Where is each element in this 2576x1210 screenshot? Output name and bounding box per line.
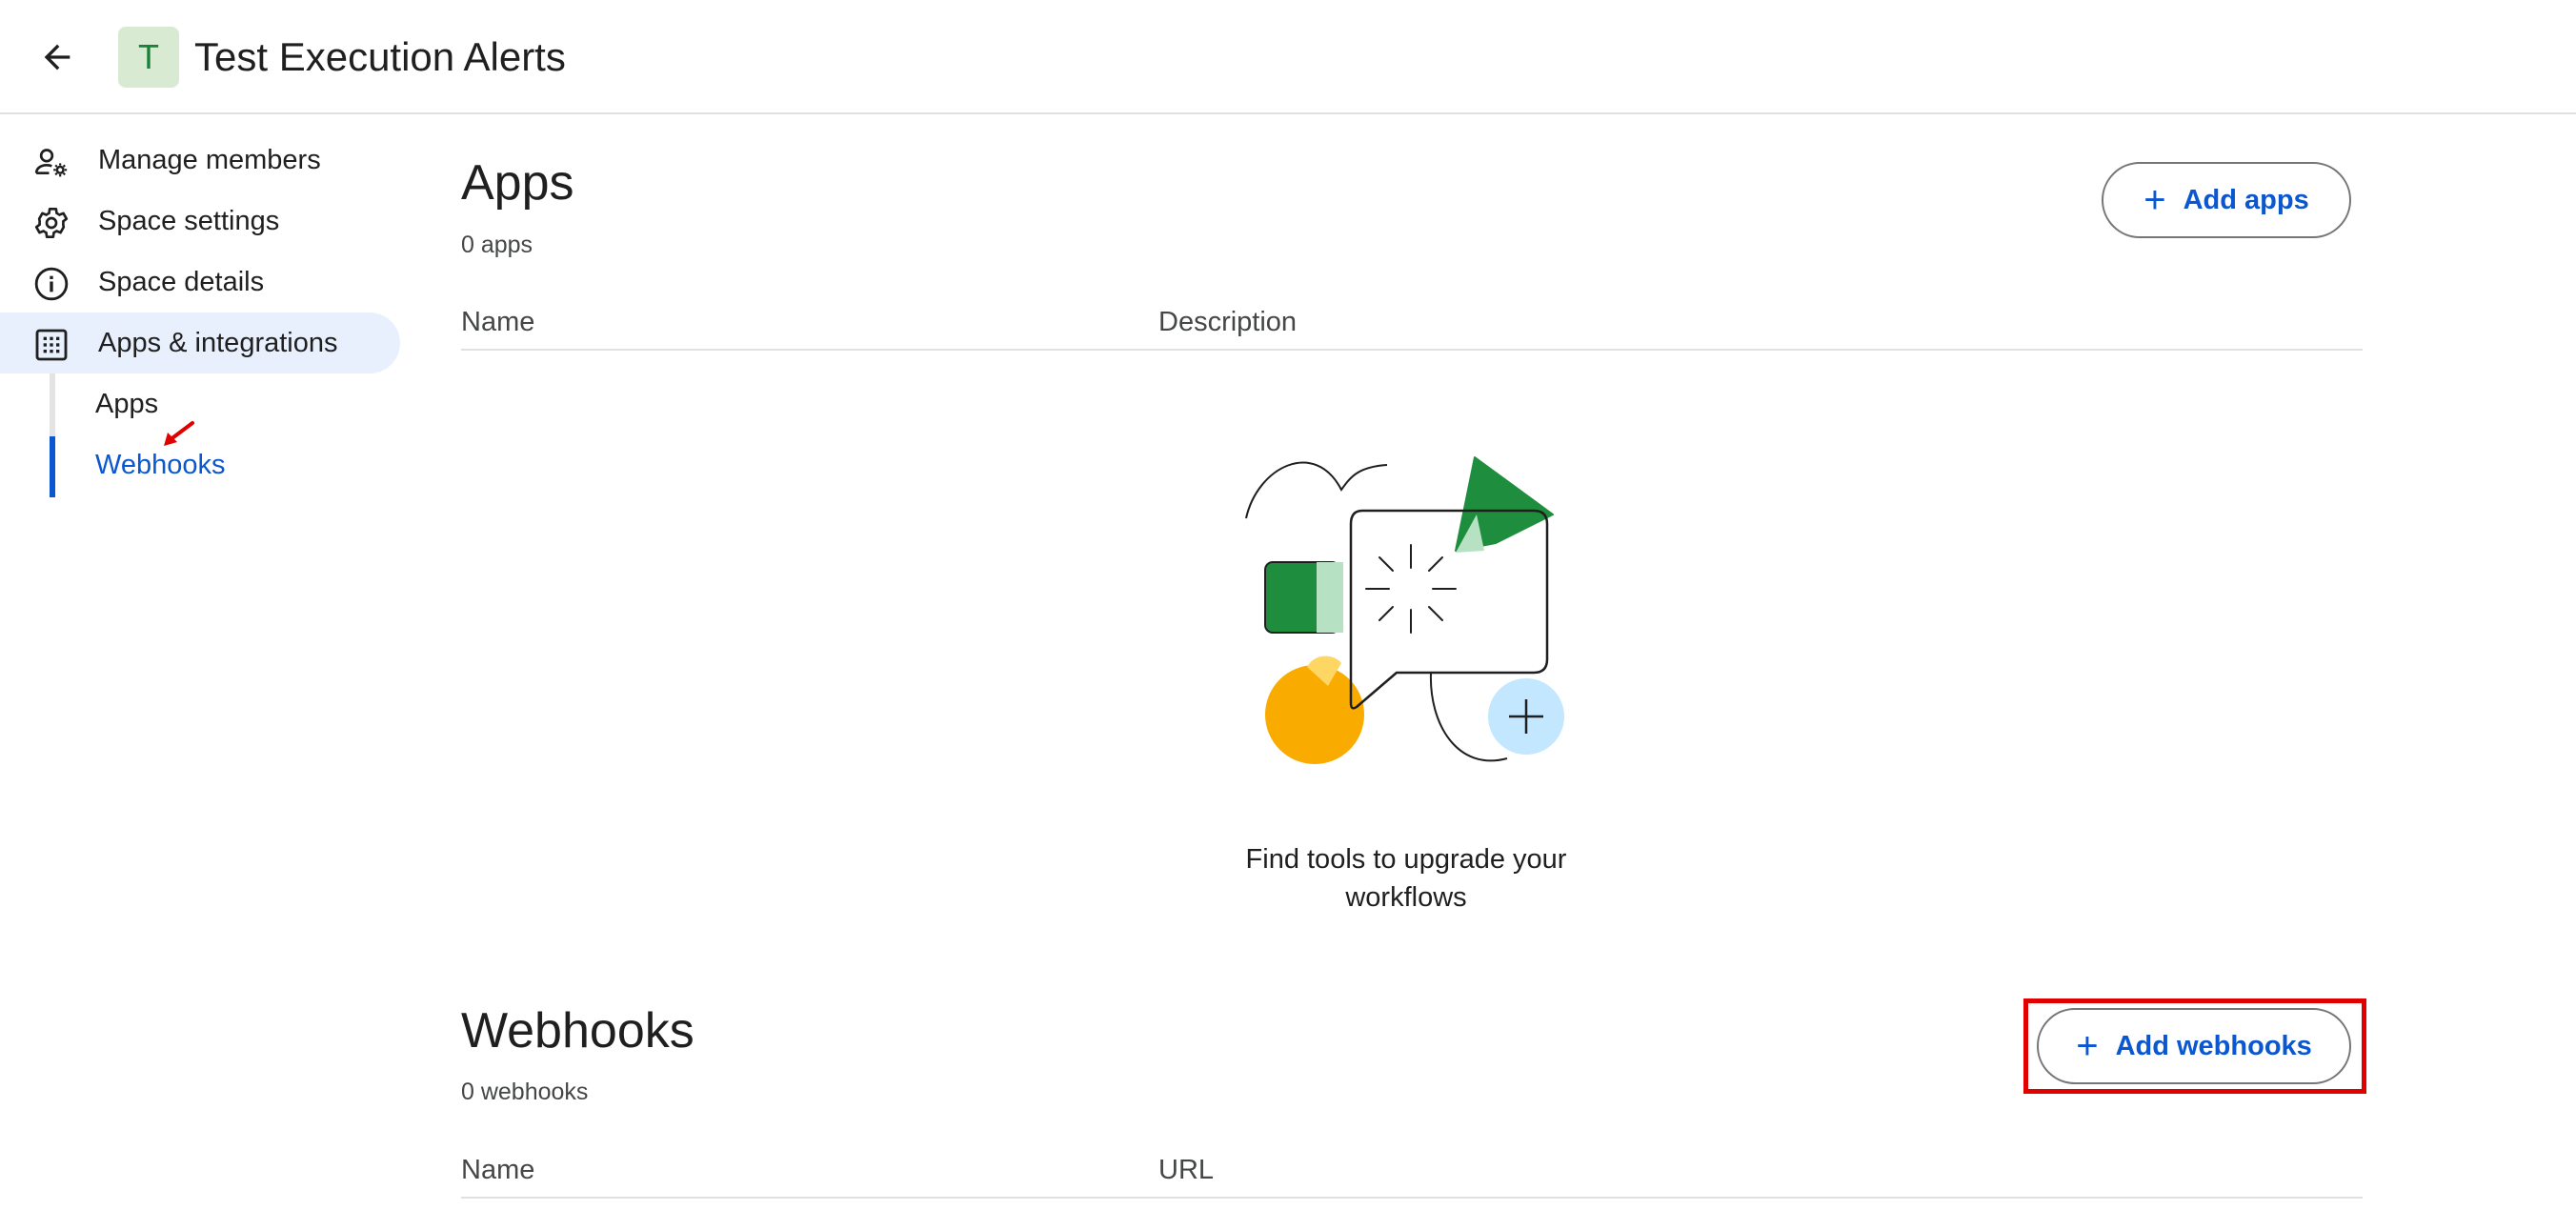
page-title: Test Execution Alerts [194, 34, 566, 79]
apps-table-divider [461, 349, 2363, 351]
apps-section-title: Apps [461, 155, 574, 211]
add-webhooks-label: Add webhooks [2115, 1030, 2312, 1061]
plus-icon: + [2076, 1025, 2099, 1067]
apps-grid-icon [35, 329, 68, 361]
gear-icon [34, 208, 69, 239]
sidebar-item-label: Apps & integrations [98, 327, 338, 358]
apps-column-description: Description [1158, 307, 1298, 337]
add-apps-label: Add apps [2183, 184, 2309, 215]
add-apps-button[interactable]: + Add apps [2102, 162, 2351, 238]
sidebar-item-space-details[interactable]: Space details [0, 252, 400, 313]
space-avatar: T [118, 27, 179, 88]
cursor-arrow-icon [164, 421, 194, 446]
add-webhooks-button[interactable]: + Add webhooks [2037, 1008, 2351, 1084]
empty-state-illustration [1245, 456, 1564, 764]
sidebar-item-space-settings[interactable]: Space settings [0, 191, 400, 252]
plus-icon: + [2143, 179, 2166, 221]
sidebar-subitem-apps[interactable]: Apps [95, 389, 158, 420]
subnav-active-indicator [50, 436, 55, 497]
webhooks-count: 0 webhooks [461, 1079, 589, 1105]
webhooks-section-title: Webhooks [461, 1003, 694, 1059]
sidebar-item-label: Space settings [98, 205, 280, 236]
arrow-back-icon [44, 44, 70, 71]
webhooks-column-url: URL [1158, 1155, 1215, 1185]
apps-column-name: Name [461, 307, 535, 337]
webhooks-column-name: Name [461, 1155, 535, 1185]
back-button[interactable] [29, 29, 86, 86]
empty-state-text: Find tools to upgrade your workflows [1245, 844, 1567, 913]
sidebar-item-apps-integrations[interactable]: Apps & integrations [0, 313, 400, 373]
sidebar-item-manage-members[interactable]: Manage members [0, 130, 400, 191]
sidebar-subitem-webhooks[interactable]: Webhooks [95, 450, 226, 481]
sidebar-item-label: Space details [98, 266, 265, 297]
manage-members-icon [34, 149, 68, 177]
sidebar-item-label: Manage members [98, 144, 321, 175]
info-icon [34, 267, 69, 301]
webhooks-table-divider [461, 1197, 2363, 1199]
apps-count: 0 apps [461, 232, 533, 258]
